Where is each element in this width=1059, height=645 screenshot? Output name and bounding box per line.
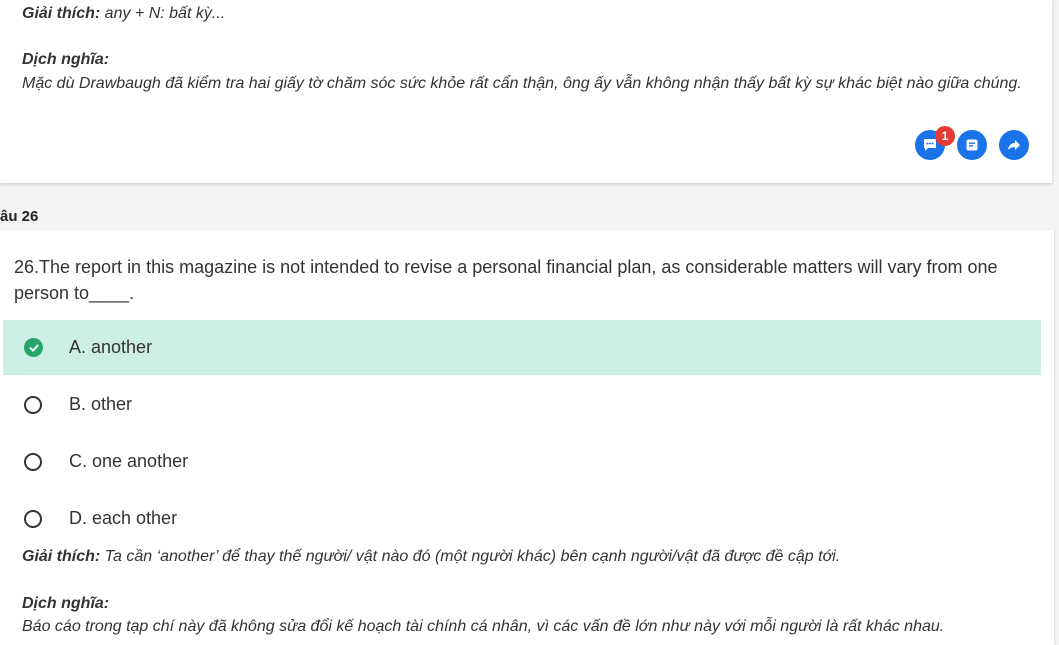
comment-count-badge: 1 [935,126,955,146]
note-button[interactable] [957,130,987,160]
previous-explanation-label: Giải thích: [22,5,101,22]
question-number-label: âu 26 [0,208,39,225]
previous-explanation-text: any + N: bất kỳ... [100,5,226,22]
option-b[interactable]: B. other [3,377,1041,432]
radio-circle-icon [24,509,42,528]
radio-circle-icon [24,395,42,414]
option-a-label: A. another [69,337,153,357]
share-button[interactable] [999,130,1029,160]
translation-text: Báo cáo trong tạp chí này đã không sửa đ… [22,618,945,635]
explanation-text: Ta cần ‘another’ để thay thế người/ vật … [100,548,841,565]
option-b-label: B. other [69,394,133,414]
previous-translation-label: Dịch nghĩa: [22,51,110,68]
previous-question-card: Giải thích: any + N: bất kỳ... Dịch nghĩ… [0,0,1052,183]
question-text: 26.The report in this magazine is not in… [14,257,998,303]
explanation-label: Giải thích: [22,548,101,565]
option-d-label: D. each other [69,508,178,528]
radio-circle-icon [24,452,42,471]
translation-label: Dịch nghĩa: [22,595,110,612]
option-d[interactable]: D. each other [3,491,1041,546]
explanation: Giải thích: Ta cần ‘another’ để thay thế… [22,548,840,566]
previous-translation-text: Mặc dù Drawbaugh đã kiểm tra hai giấy tờ… [22,75,1022,92]
option-c[interactable]: C. one another [3,434,1041,489]
check-circle-icon [24,338,43,357]
note-icon [966,139,978,151]
option-a[interactable]: A. another [3,320,1041,375]
option-c-label: C. one another [69,451,189,471]
share-icon [1008,140,1020,150]
previous-explanation: Giải thích: any + N: bất kỳ... [22,5,225,23]
question-card: 26.The report in this magazine is not in… [0,230,1054,645]
